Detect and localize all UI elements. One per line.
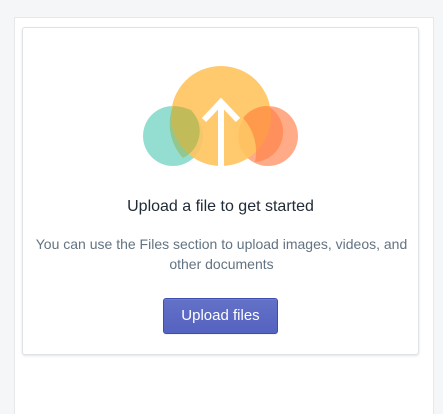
empty-state-card: Upload a file to get started You can use…	[22, 27, 419, 355]
empty-state-description: You can use the Files section to upload …	[35, 236, 408, 272]
empty-state-heading: Upload a file to get started	[127, 198, 314, 215]
cloud-upload-icon	[143, 66, 298, 170]
upload-files-button[interactable]: Upload files	[163, 298, 278, 334]
